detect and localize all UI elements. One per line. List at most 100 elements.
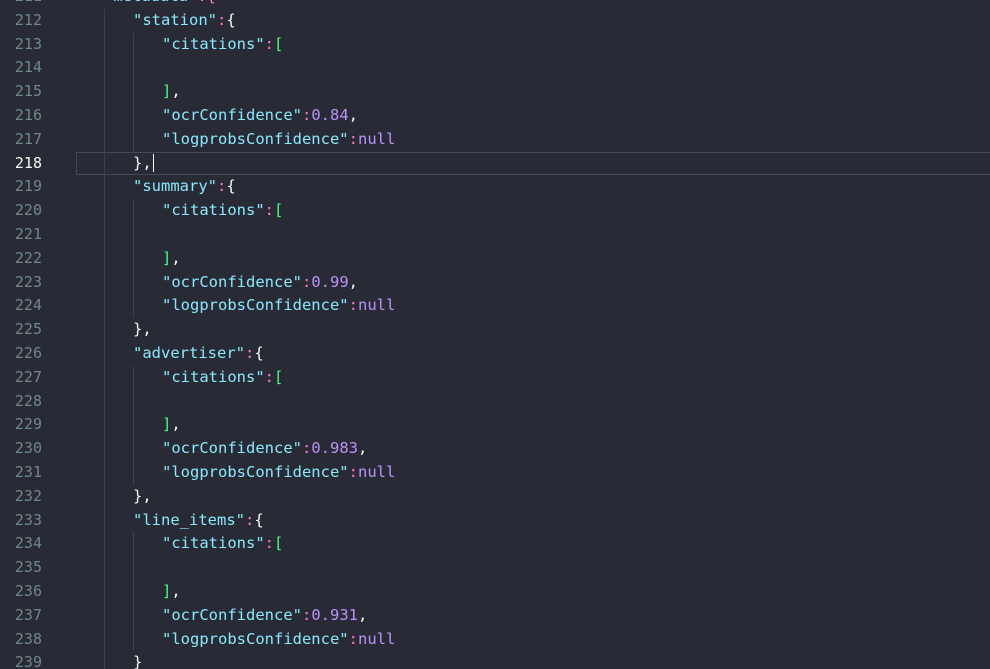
line-number: 212: [14, 10, 42, 29]
code-line[interactable]: [76, 56, 990, 81]
code-token: 0.99: [311, 272, 349, 291]
code-line[interactable]: "station":{: [76, 8, 990, 33]
code-token: :: [348, 129, 358, 148]
code-line[interactable]: "summary":{: [76, 175, 990, 200]
code-token: ]: [162, 415, 172, 434]
code-line[interactable]: "advertiser":{: [76, 341, 990, 366]
code-line[interactable]: [76, 556, 990, 580]
code-line[interactable]: "citations":[: [76, 365, 990, 390]
line-number: 227: [14, 367, 42, 386]
code-line[interactable]: },: [76, 318, 990, 342]
code-line[interactable]: ],: [76, 246, 990, 271]
line-number: 228: [14, 391, 42, 410]
code-line[interactable]: "metadata":{: [76, 0, 990, 9]
code-token: "ocrConfidence": [162, 272, 302, 291]
indent-guide: [133, 199, 134, 223]
line-number: 239: [14, 653, 42, 669]
code-token: :: [301, 439, 312, 458]
code-line[interactable]: "ocrConfidence":0.99,: [76, 270, 990, 295]
code-line[interactable]: ],: [76, 579, 990, 604]
code-token: 0.931: [311, 605, 358, 624]
line-number: 225: [14, 320, 42, 339]
code-line[interactable]: },: [76, 484, 990, 509]
line-number-gutter: 211212 213 214 215 216 217 218 219 220 221 222 223 2…: [0, 0, 62, 669]
code-line[interactable]: "ocrConfidence":0.983,: [76, 437, 990, 461]
indent-guide: [104, 8, 105, 33]
code-token: 0.84: [311, 105, 349, 124]
indent-guide: [133, 270, 134, 295]
indent-guide: [104, 56, 105, 81]
code-line[interactable]: "logprobsConfidence":null: [76, 460, 990, 485]
indent-guide: [133, 532, 134, 557]
code-token: "metadata": [104, 0, 197, 5]
indent-guide: [104, 270, 105, 295]
indent-guide: [133, 103, 134, 128]
code-token: ,: [358, 605, 368, 624]
code-token: "logprobsConfidence": [162, 629, 349, 648]
indent-guide: [133, 80, 134, 104]
code-line[interactable]: ],: [76, 80, 990, 104]
line-number: 213: [14, 34, 42, 53]
code-line[interactable]: "logprobsConfidence":null: [76, 294, 990, 319]
line-number: 238: [14, 629, 42, 648]
code-token: :: [301, 105, 312, 124]
code-token: ,: [171, 248, 181, 267]
line-number: 229: [14, 415, 42, 434]
code-line[interactable]: "logprobsConfidence":null: [76, 627, 990, 652]
code-token: :: [348, 296, 358, 315]
code-line[interactable]: "logprobsConfidence":null: [76, 127, 990, 152]
code-line[interactable]: },: [76, 151, 990, 176]
indent-guide: [133, 246, 134, 271]
code-token: ,: [142, 153, 152, 172]
code-token: "summary": [133, 177, 217, 196]
line-number: 236: [14, 581, 42, 600]
indent-guide: [133, 294, 134, 319]
code-line[interactable]: }: [76, 651, 990, 669]
indent-guide: [104, 341, 105, 366]
code-token: "advertiser": [133, 343, 245, 362]
indent-guide: [104, 151, 105, 176]
indent-guide: [104, 103, 105, 128]
code-line[interactable]: [76, 222, 990, 247]
indent-guide: [133, 389, 134, 414]
code-token: "line_items": [133, 510, 245, 529]
code-token: null: [357, 629, 396, 648]
line-number: 222: [14, 248, 42, 267]
code-line[interactable]: "citations":[: [76, 532, 990, 557]
code-token: :: [348, 462, 358, 481]
code-token: }: [133, 153, 143, 172]
indent-guide: [104, 603, 105, 628]
line-number: 218: [14, 153, 42, 172]
code-token: ,: [348, 272, 358, 291]
code-token: :: [244, 343, 255, 362]
code-area[interactable]: "metadata":{"station":{"citations":[],"o…: [76, 0, 990, 669]
code-line[interactable]: "citations":[: [76, 32, 990, 57]
code-line[interactable]: [76, 389, 990, 414]
code-line[interactable]: "citations":[: [76, 199, 990, 223]
indent-guide: [133, 460, 134, 485]
indent-guide: [104, 627, 105, 652]
line-number: 221: [14, 224, 42, 243]
line-number: 219: [14, 177, 42, 196]
code-token: null: [357, 462, 396, 481]
code-line[interactable]: "ocrConfidence":0.84,: [76, 103, 990, 128]
code-token: ,: [171, 415, 181, 434]
indent-guide: [133, 603, 134, 628]
code-line[interactable]: ],: [76, 413, 990, 438]
code-token: :: [264, 201, 274, 220]
code-line[interactable]: "line_items":{: [76, 508, 990, 533]
code-editor[interactable]: 211212 213 214 215 216 217 218 219 220 221 222 223 2…: [0, 0, 990, 669]
code-token: ,: [348, 105, 358, 124]
indent-guide: [104, 365, 105, 390]
indent-guide: [133, 222, 134, 247]
indent-guide: [104, 80, 105, 104]
line-number: 216: [14, 105, 42, 124]
line-number: 214: [14, 58, 42, 77]
code-token: ,: [358, 439, 368, 458]
code-token: ]: [162, 581, 172, 600]
code-line[interactable]: "ocrConfidence":0.931,: [76, 603, 990, 628]
code-token: }: [133, 486, 143, 505]
line-number: 226: [14, 343, 42, 362]
indent-guide: [104, 508, 105, 533]
code-token: {: [254, 510, 264, 529]
